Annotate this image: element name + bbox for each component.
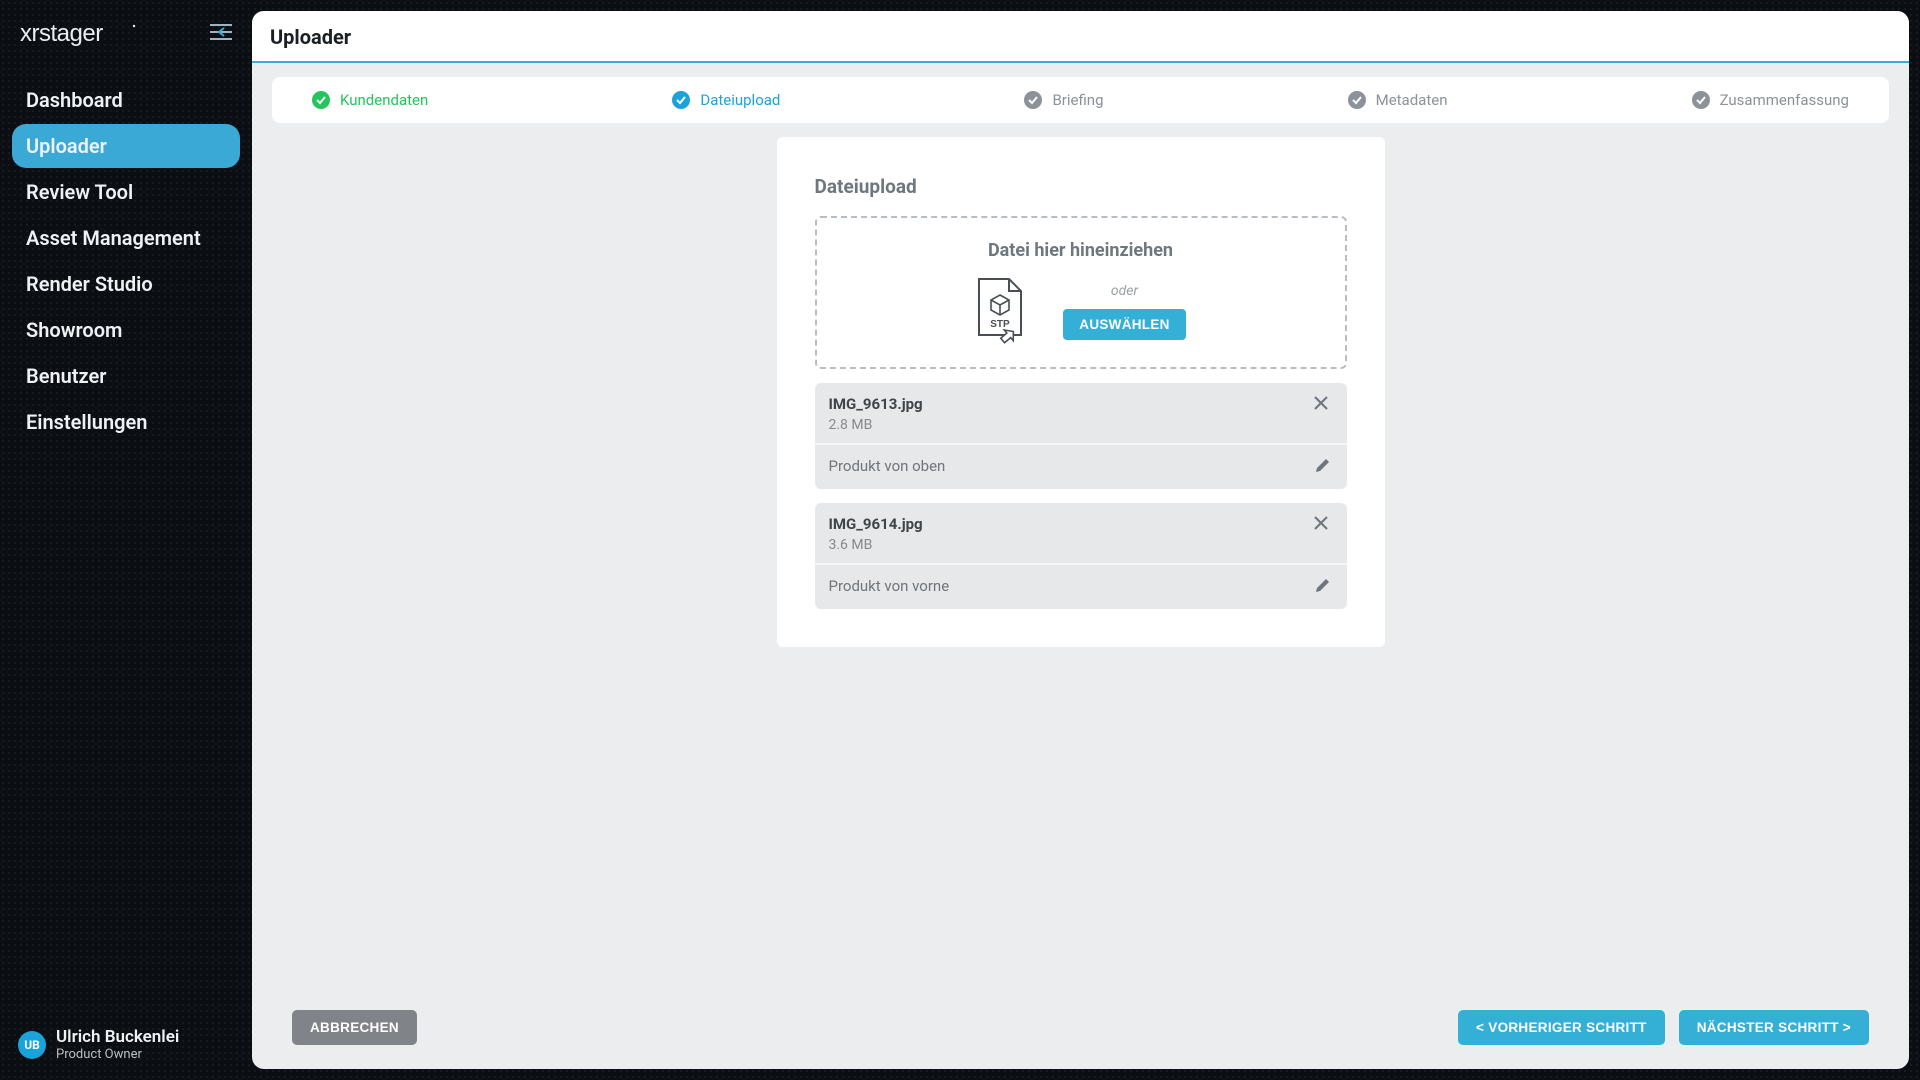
step-check-icon [1024, 91, 1042, 109]
avatar[interactable]: UB [18, 1031, 46, 1059]
sidebar-footer: UB Ulrich Buckenlei Product Owner [12, 1027, 240, 1062]
dropzone[interactable]: Datei hier hineinziehen [815, 216, 1347, 369]
file-description: Produkt von oben [829, 457, 946, 475]
app-root: xrstager Dashboard Uploader Review Tool … [0, 0, 1920, 1080]
uploaded-file-item: IMG_9613.jpg 2.8 MB Produkt von oben [815, 383, 1347, 489]
sidebar-top: xrstager [12, 16, 240, 66]
step-label: Zusammenfassung [1720, 91, 1849, 109]
upload-section-title: Dateiupload [815, 175, 1347, 198]
upload-card: Dateiupload Datei hier hineinziehen [777, 137, 1385, 647]
sidebar-item-einstellungen[interactable]: Einstellungen [12, 400, 240, 444]
step-check-icon [1692, 91, 1710, 109]
file-meta: IMG_9613.jpg 2.8 MB [829, 395, 923, 433]
step-dateiupload[interactable]: Dateiupload [672, 91, 780, 109]
sidebar-item-showroom[interactable]: Showroom [12, 308, 240, 352]
remove-file-icon[interactable] [1309, 515, 1333, 536]
step-kundendaten[interactable]: Kundendaten [312, 91, 428, 109]
dropzone-body: STP oder AUSWÄHLEN [975, 277, 1185, 345]
file-description-row: Produkt von oben [815, 443, 1347, 489]
edit-description-icon[interactable] [1315, 575, 1333, 597]
step-label: Dateiupload [700, 91, 780, 109]
file-name: IMG_9613.jpg [829, 395, 923, 413]
step-label: Metadaten [1376, 91, 1448, 109]
uploaded-file-item: IMG_9614.jpg 3.6 MB Produkt von vorne [815, 503, 1347, 609]
dropzone-or-label: oder [1111, 283, 1138, 299]
sidebar-nav: Dashboard Uploader Review Tool Asset Man… [12, 76, 240, 446]
file-item-header: IMG_9613.jpg 2.8 MB [815, 383, 1347, 443]
svg-text:xrstager: xrstager [20, 20, 103, 47]
file-description: Produkt von vorne [829, 577, 950, 595]
footer-right: < VORHERIGER SCHRITT NÄCHSTER SCHRITT > [1458, 1010, 1869, 1045]
dropzone-heading: Datei hier hineinziehen [837, 240, 1325, 261]
file-size: 3.6 MB [829, 537, 923, 553]
dropzone-right: oder AUSWÄHLEN [1063, 283, 1185, 340]
menu-toggle-icon[interactable] [210, 23, 232, 45]
brand-logo: xrstager [20, 20, 140, 48]
sidebar-item-review-tool[interactable]: Review Tool [12, 170, 240, 214]
remove-file-icon[interactable] [1309, 395, 1333, 416]
step-check-icon [312, 91, 330, 109]
previous-step-button[interactable]: < VORHERIGER SCHRITT [1458, 1010, 1665, 1045]
edit-description-icon[interactable] [1315, 455, 1333, 477]
step-briefing[interactable]: Briefing [1024, 91, 1103, 109]
page-title: Uploader [252, 11, 1909, 63]
file-item-header: IMG_9614.jpg 3.6 MB [815, 503, 1347, 563]
step-label: Kundendaten [340, 91, 428, 109]
sidebar-item-asset-management[interactable]: Asset Management [12, 216, 240, 260]
sidebar-item-render-studio[interactable]: Render Studio [12, 262, 240, 306]
select-file-button[interactable]: AUSWÄHLEN [1063, 309, 1185, 340]
cancel-button[interactable]: ABBRECHEN [292, 1010, 417, 1045]
next-step-button[interactable]: NÄCHSTER SCHRITT > [1679, 1010, 1869, 1045]
file-type-icon: STP [975, 277, 1027, 345]
step-metadaten[interactable]: Metadaten [1348, 91, 1448, 109]
user-role: Product Owner [56, 1047, 179, 1062]
sidebar-item-uploader[interactable]: Uploader [12, 124, 240, 168]
file-name: IMG_9614.jpg [829, 515, 923, 533]
panel-footer: ABBRECHEN < VORHERIGER SCHRITT NÄCHSTER … [252, 996, 1909, 1069]
sidebar-item-benutzer[interactable]: Benutzer [12, 354, 240, 398]
step-zusammenfassung[interactable]: Zusammenfassung [1692, 91, 1849, 109]
step-check-icon [672, 91, 690, 109]
sidebar-item-dashboard[interactable]: Dashboard [12, 78, 240, 122]
step-label: Briefing [1052, 91, 1103, 109]
content-area: Dateiupload Datei hier hineinziehen [252, 123, 1909, 667]
main-panel: Uploader Kundendaten Dateiupload [252, 11, 1909, 1069]
step-check-icon [1348, 91, 1366, 109]
file-ext-label: STP [991, 319, 1011, 330]
stepper: Kundendaten Dateiupload Briefing [272, 77, 1889, 123]
stepper-container: Kundendaten Dateiupload Briefing [252, 63, 1909, 123]
file-description-row: Produkt von vorne [815, 563, 1347, 609]
user-block: Ulrich Buckenlei Product Owner [56, 1027, 179, 1062]
file-meta: IMG_9614.jpg 3.6 MB [829, 515, 923, 553]
sidebar: xrstager Dashboard Uploader Review Tool … [0, 0, 252, 1080]
file-size: 2.8 MB [829, 417, 923, 433]
user-name: Ulrich Buckenlei [56, 1027, 179, 1047]
